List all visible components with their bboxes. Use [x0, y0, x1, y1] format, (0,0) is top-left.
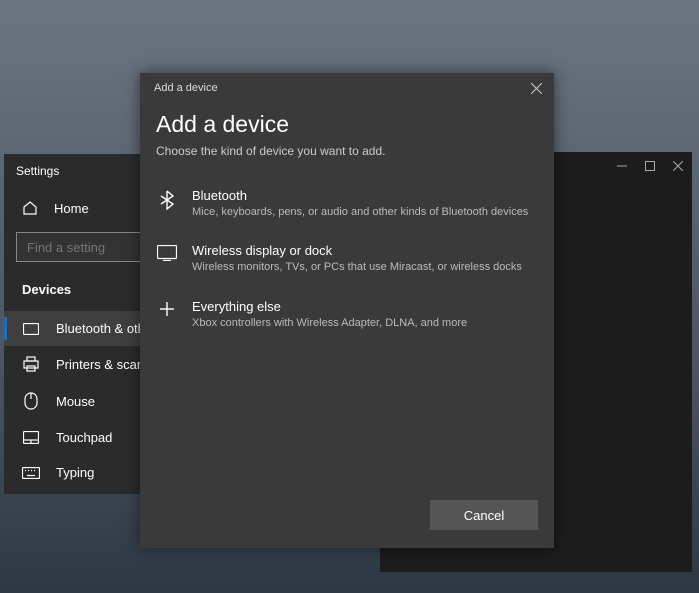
plus-icon [156, 299, 178, 317]
device-option-title: Bluetooth [192, 188, 528, 203]
dialog-titlebar: Add a device [140, 73, 554, 103]
dialog-titlebar-text: Add a device [154, 82, 218, 94]
nav-item-label: Mouse [56, 394, 95, 409]
rectangle-icon [22, 323, 40, 335]
display-icon [156, 243, 178, 261]
dialog-footer: Cancel [140, 486, 554, 548]
device-option-everything-else[interactable]: Everything else Xbox controllers with Wi… [156, 287, 538, 342]
dialog-subheading: Choose the kind of device you want to ad… [156, 144, 538, 158]
device-option-title: Wireless display or dock [192, 243, 522, 258]
home-icon [22, 200, 40, 216]
touchpad-icon [22, 431, 40, 444]
device-option-title: Everything else [192, 299, 467, 314]
close-icon[interactable] [672, 160, 684, 172]
device-option-desc: Xbox controllers with Wireless Adapter, … [192, 316, 467, 330]
device-option-text: Wireless display or dock Wireless monito… [192, 243, 522, 274]
add-device-dialog: Add a device Add a device Choose the kin… [140, 73, 554, 548]
nav-item-label: Typing [56, 465, 94, 480]
device-option-desc: Wireless monitors, TVs, or PCs that use … [192, 260, 522, 274]
device-option-wireless-display[interactable]: Wireless display or dock Wireless monito… [156, 231, 538, 286]
device-option-bluetooth[interactable]: Bluetooth Mice, keyboards, pens, or audi… [156, 176, 538, 231]
device-option-text: Everything else Xbox controllers with Wi… [192, 299, 467, 330]
minimize-icon[interactable] [616, 160, 628, 172]
close-icon[interactable] [528, 80, 544, 96]
mouse-icon [22, 392, 40, 410]
printer-icon [22, 356, 40, 372]
home-label: Home [54, 201, 89, 216]
keyboard-icon [22, 467, 40, 479]
maximize-icon[interactable] [644, 160, 656, 172]
bluetooth-icon [156, 188, 178, 210]
dialog-heading: Add a device [156, 111, 538, 138]
dialog-body: Add a device Choose the kind of device y… [140, 103, 554, 486]
cancel-button[interactable]: Cancel [430, 500, 538, 530]
nav-item-label: Touchpad [56, 430, 112, 445]
device-option-text: Bluetooth Mice, keyboards, pens, or audi… [192, 188, 528, 219]
device-option-desc: Mice, keyboards, pens, or audio and othe… [192, 205, 528, 219]
